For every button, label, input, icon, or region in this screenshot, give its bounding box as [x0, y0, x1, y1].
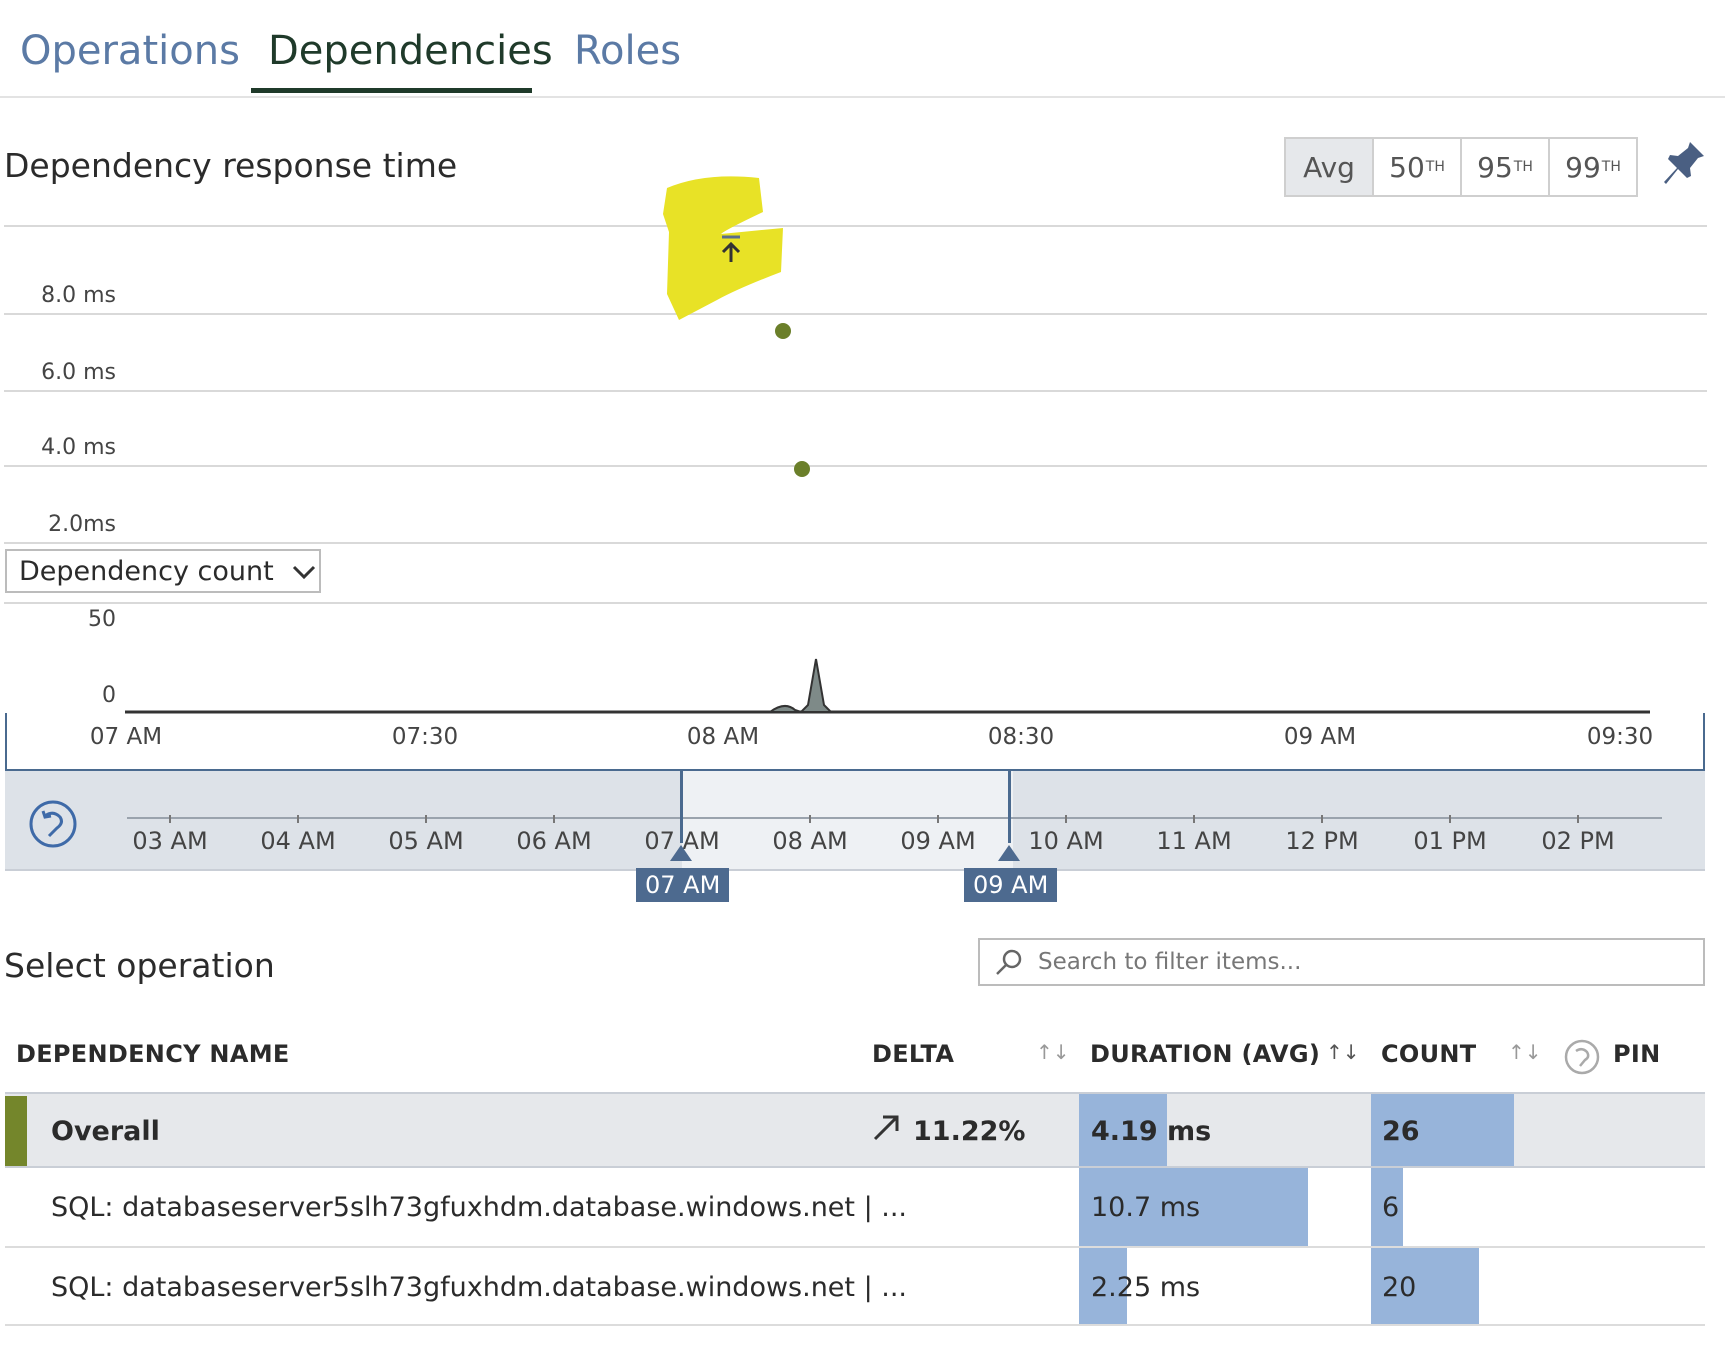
delta-value: 11.22% [913, 1116, 1026, 1147]
gridline [4, 542, 1707, 544]
count-series [125, 655, 1655, 719]
gridline [4, 390, 1707, 392]
tab-dependencies[interactable]: Dependencies [268, 26, 553, 76]
range-start-handle[interactable] [670, 845, 692, 861]
timeline-axis [127, 817, 1662, 819]
column-header-count[interactable]: COUNT [1381, 1040, 1476, 1068]
table-row[interactable]: Overall 11.22% 4.19 ms 26 [5, 1092, 1705, 1168]
percentile-selector: Avg 50 TH 95 TH 99 TH [1284, 137, 1638, 197]
data-point[interactable] [775, 323, 791, 339]
x-tick-label: 08 AM [686, 724, 760, 750]
dependency-name: SQL: databaseserver5slh73gfuxhdm.databas… [51, 1192, 908, 1223]
tick [937, 815, 939, 823]
tab-bar: Operations Dependencies Roles [0, 0, 1725, 98]
gridline [4, 602, 1707, 604]
table-row[interactable]: SQL: databaseserver5slh73gfuxhdm.databas… [5, 1248, 1705, 1326]
tick [1449, 815, 1451, 823]
timeline-tick-label: 11 AM [1156, 827, 1232, 855]
column-header-name[interactable]: DEPENDENCY NAME [16, 1040, 290, 1068]
timeline-tick-label: 04 AM [260, 827, 336, 855]
x-tick-label: 09:30 [1586, 724, 1654, 750]
tick [553, 815, 555, 823]
duration-value: 4.19 ms [1091, 1116, 1212, 1147]
dependency-name: SQL: databaseserver5slh73gfuxhdm.databas… [51, 1272, 908, 1303]
range-end-label: 09 AM [964, 868, 1058, 902]
trend-up-icon [871, 1112, 901, 1149]
pin-chart-icon[interactable] [1660, 138, 1708, 192]
percentile-99-button[interactable]: 99 TH [1550, 139, 1636, 195]
expand-up-icon[interactable] [719, 234, 743, 268]
column-header-duration[interactable]: DURATION (AVG) [1090, 1040, 1320, 1068]
count-value: 6 [1382, 1192, 1400, 1223]
search-icon [996, 949, 1022, 975]
tick [1193, 815, 1195, 823]
reset-pins-icon[interactable] [1563, 1038, 1601, 1080]
timeline-tick-label: 01 PM [1413, 827, 1487, 855]
tick [169, 815, 171, 823]
range-end-handle[interactable] [998, 845, 1020, 861]
duration-value: 2.25 ms [1091, 1272, 1201, 1303]
tick [425, 815, 427, 823]
tab-operations[interactable]: Operations [20, 26, 240, 76]
x-tick-label: 07:30 [391, 724, 459, 750]
range-start-label: 07 AM [636, 868, 730, 902]
timeline-brush[interactable]: 03 AM 04 AM 05 AM 06 AM 07 AM 08 AM 09 A… [5, 771, 1705, 871]
metric-dropdown-label: Dependency count [19, 555, 274, 587]
tick [809, 815, 811, 823]
sort-icon[interactable]: ↑↓ [1508, 1040, 1542, 1064]
column-header-pin: PIN [1613, 1040, 1661, 1068]
timeline-tick-label: 03 AM [132, 827, 208, 855]
tab-roles[interactable]: Roles [574, 26, 681, 76]
tick [1577, 815, 1579, 823]
timeline-tick-label: 08 AM [772, 827, 848, 855]
y-tick-label: 6.0 ms [41, 360, 116, 385]
overall-color-marker [5, 1096, 27, 1166]
timeline-tick-label: 10 AM [1028, 827, 1104, 855]
duration-value: 10.7 ms [1091, 1192, 1201, 1223]
range-end-line [1008, 771, 1011, 843]
gridline [4, 465, 1707, 467]
y-tick-label: 4.0 ms [41, 435, 116, 460]
table-row[interactable]: SQL: databaseserver5slh73gfuxhdm.databas… [5, 1168, 1705, 1248]
zoomed-range-frame [5, 713, 1705, 771]
gridline [4, 225, 1707, 227]
percentile-50-button[interactable]: 50 TH [1374, 139, 1462, 195]
gridline [4, 313, 1707, 315]
y-tick-label: 2.0ms [48, 512, 116, 537]
timeline-tick-label: 09 AM [900, 827, 976, 855]
column-header-delta[interactable]: DELTA [872, 1040, 954, 1068]
percentile-95-button[interactable]: 95 TH [1462, 139, 1550, 195]
timeline-tick-label: 12 PM [1285, 827, 1359, 855]
percentile-avg-button[interactable]: Avg [1286, 139, 1374, 195]
search-placeholder: Search to filter items... [1038, 949, 1302, 975]
x-tick-label: 09 AM [1283, 724, 1357, 750]
dependency-name: Overall [51, 1116, 160, 1147]
sort-icon[interactable]: ↑↓ [1326, 1040, 1360, 1064]
x-tick-label: 07 AM [89, 724, 163, 750]
chevron-down-icon [292, 556, 316, 587]
timeline-tick-label: 02 PM [1541, 827, 1615, 855]
count-value: 26 [1382, 1116, 1420, 1147]
metric-dropdown[interactable]: Dependency count [5, 549, 321, 593]
y-tick-label: 8.0 ms [41, 283, 116, 308]
sort-icon[interactable]: ↑↓ [1036, 1040, 1070, 1064]
count-value: 20 [1382, 1272, 1417, 1303]
timeline-tick-label: 05 AM [388, 827, 464, 855]
tick [1065, 815, 1067, 823]
search-input[interactable]: Search to filter items... [978, 938, 1705, 986]
chart-title: Dependency response time [4, 146, 458, 185]
y-tick-label: 0 [102, 683, 116, 708]
data-point[interactable] [794, 461, 810, 477]
tick [297, 815, 299, 823]
tick [1321, 815, 1323, 823]
y-tick-label: 50 [88, 607, 116, 632]
reset-zoom-icon[interactable] [27, 798, 79, 854]
timeline-tick-label: 06 AM [516, 827, 592, 855]
x-tick-label: 08:30 [987, 724, 1055, 750]
range-start-line [680, 771, 683, 843]
select-operation-title: Select operation [4, 946, 275, 985]
active-tab-indicator [251, 88, 532, 93]
